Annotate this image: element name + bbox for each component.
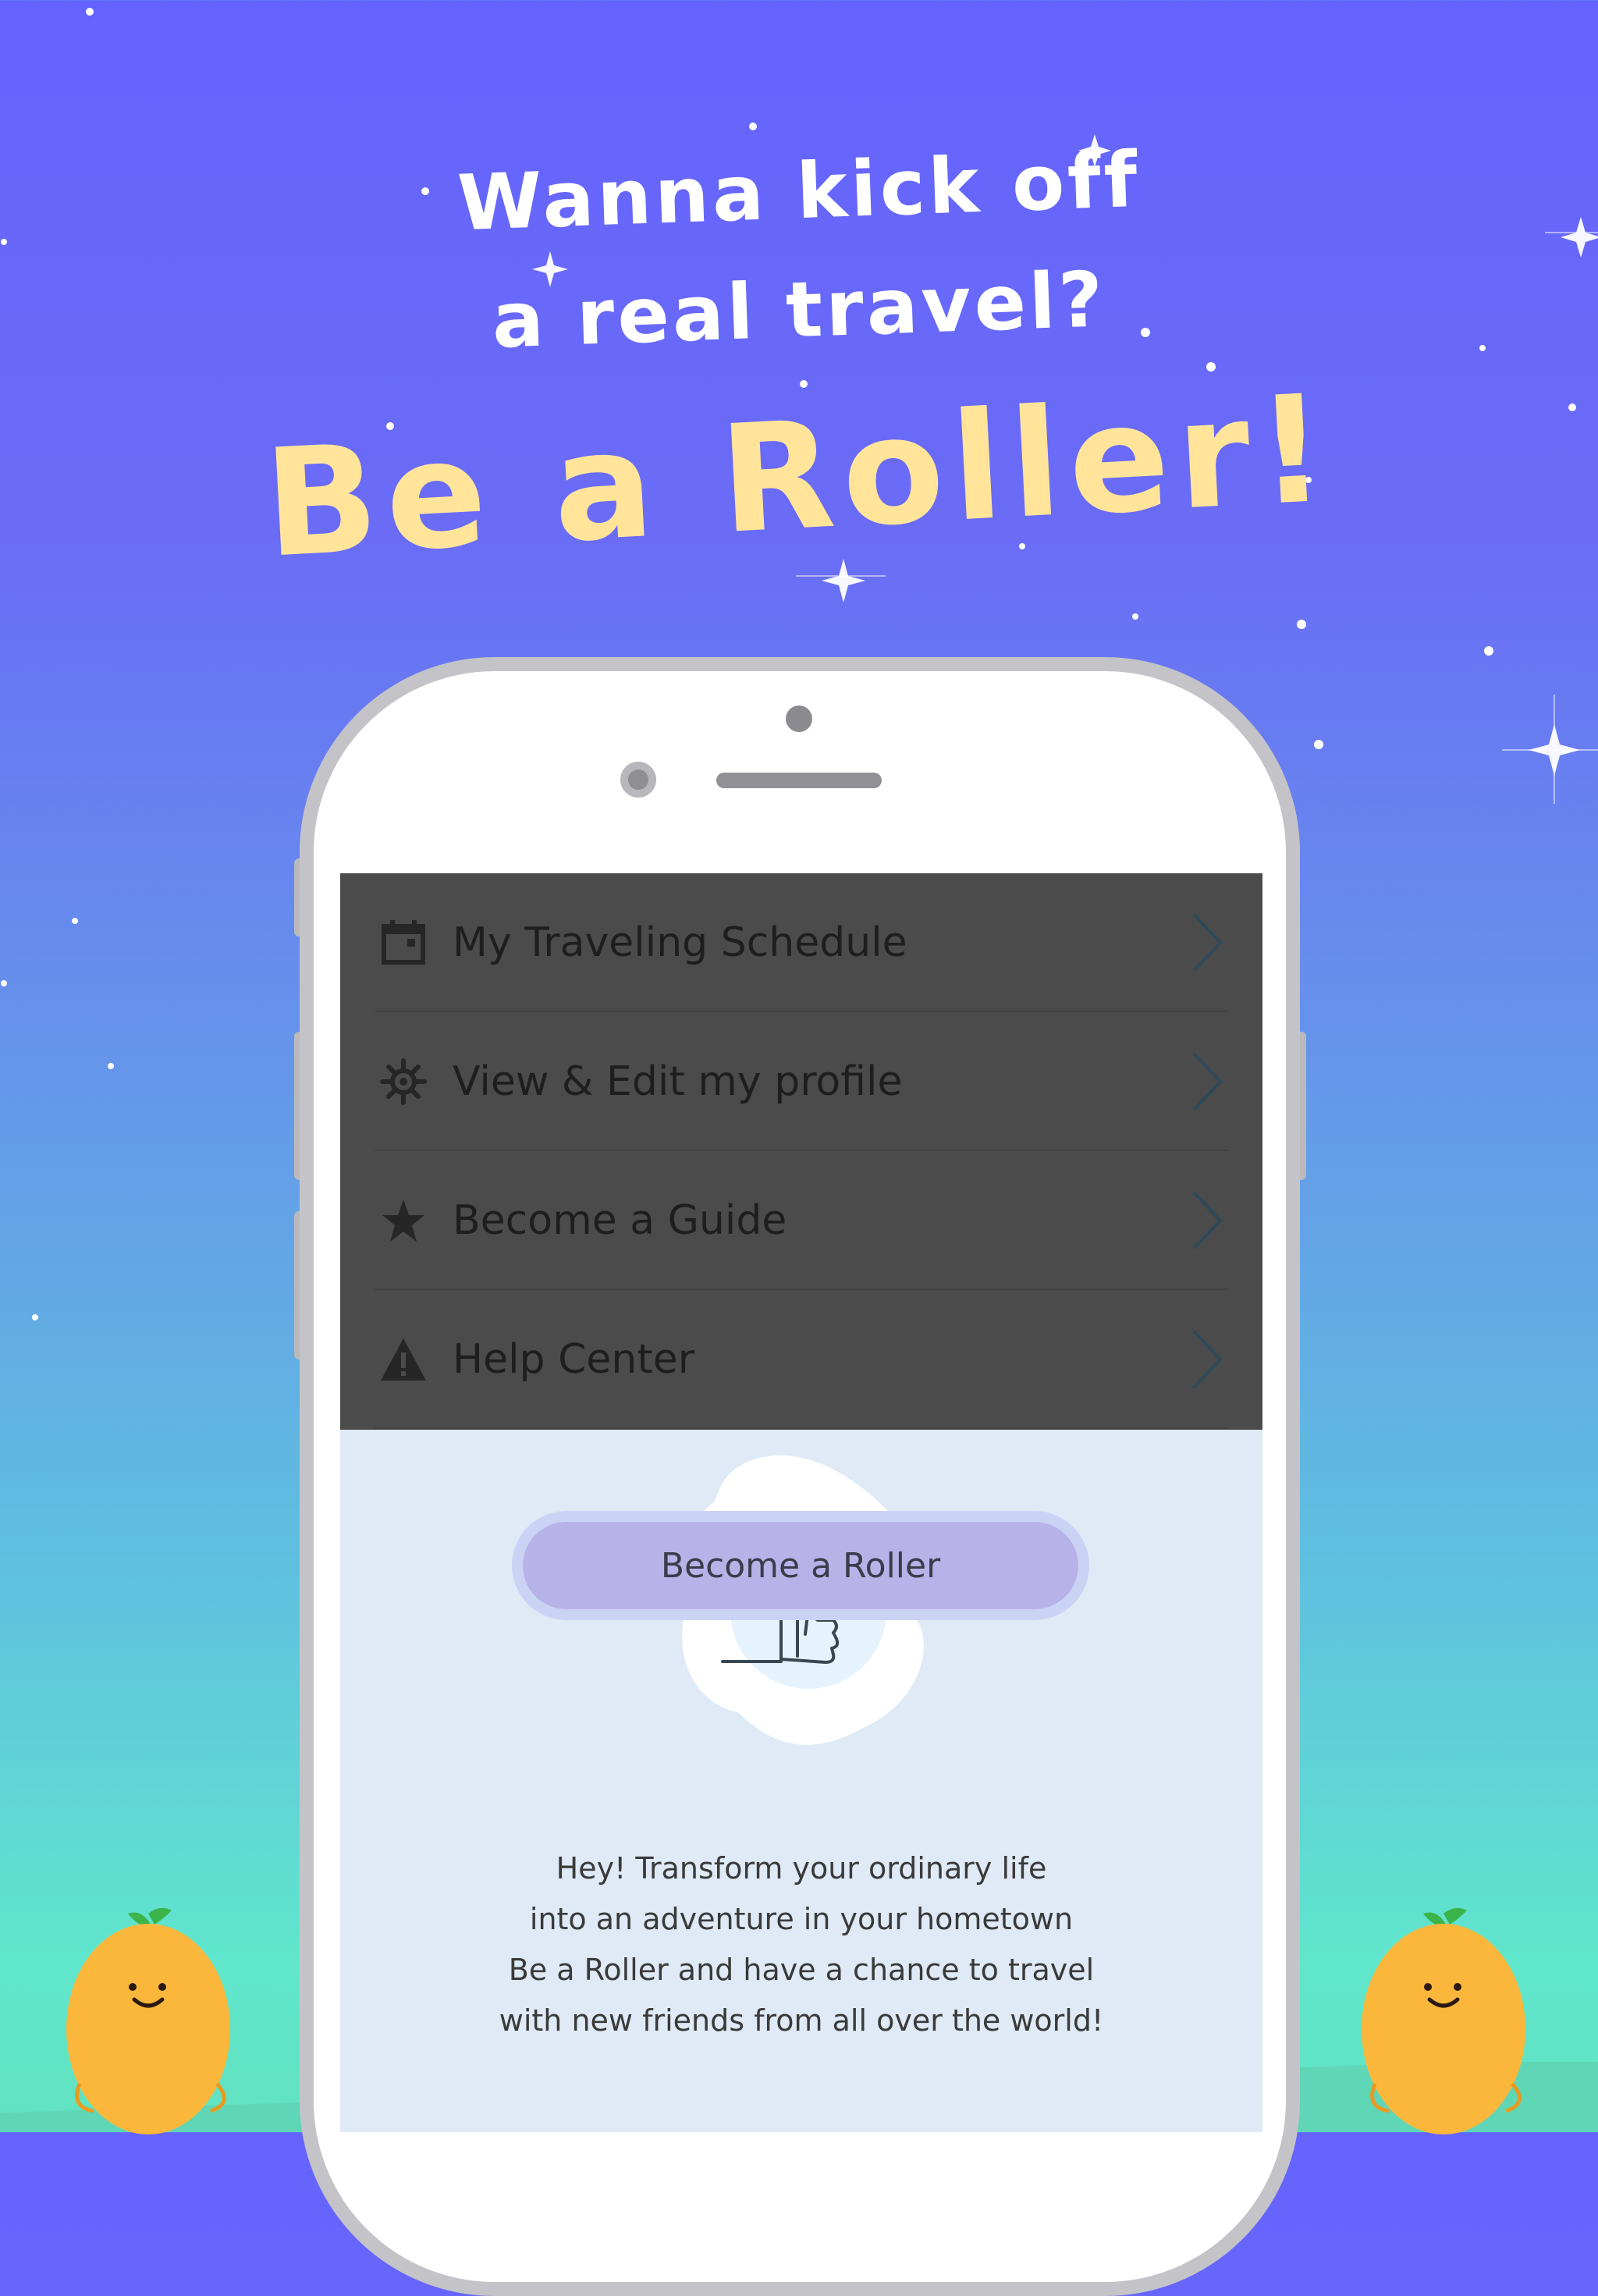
menu-item-label: My Traveling Schedule	[453, 919, 907, 966]
orange-mascot-right	[1362, 1907, 1525, 2134]
star-icon	[379, 1196, 428, 1245]
promo-description: Hey! Transform your ordinary life into a…	[340, 1843, 1262, 2046]
headline: Wanna kick off a real travel?	[0, 133, 1598, 370]
menu-item-label: View & Edit my profile	[453, 1058, 903, 1105]
phone-speaker	[716, 773, 882, 788]
chevron-right-icon	[1192, 1330, 1223, 1389]
gear-icon	[379, 1057, 428, 1106]
menu-item-help-center[interactable]: Help Center	[340, 1290, 1262, 1429]
promo-line: Hey! Transform your ordinary life	[556, 1851, 1047, 1885]
calendar-icon	[379, 919, 428, 967]
menu-item-traveling-schedule[interactable]: My Traveling Schedule	[340, 873, 1262, 1012]
menu-item-label: Help Center	[453, 1336, 695, 1383]
menu-item-become-guide[interactable]: Become a Guide	[340, 1151, 1262, 1290]
menu-list: My Traveling Schedule View & Edit my pro…	[340, 873, 1262, 1430]
phone-camera	[620, 762, 656, 798]
promo-line: with new friends from all over the world…	[499, 2003, 1104, 2038]
phone-screen: My Traveling Schedule View & Edit my pro…	[340, 873, 1262, 2132]
promo-line: Be a Roller and have a chance to travel	[508, 1953, 1095, 1987]
divider	[375, 1427, 1228, 1429]
chevron-right-icon	[1192, 913, 1223, 972]
warning-icon	[379, 1335, 428, 1384]
chevron-right-icon	[1192, 1052, 1223, 1111]
menu-item-edit-profile[interactable]: View & Edit my profile	[340, 1012, 1262, 1151]
menu-item-label: Become a Guide	[453, 1197, 787, 1244]
become-roller-button[interactable]: Become a Roller	[523, 1522, 1078, 1609]
promo-line: into an adventure in your hometown	[529, 1902, 1074, 1936]
phone-sensor	[786, 706, 812, 732]
orange-mascot-left	[66, 1907, 230, 2134]
chevron-right-icon	[1192, 1191, 1223, 1250]
